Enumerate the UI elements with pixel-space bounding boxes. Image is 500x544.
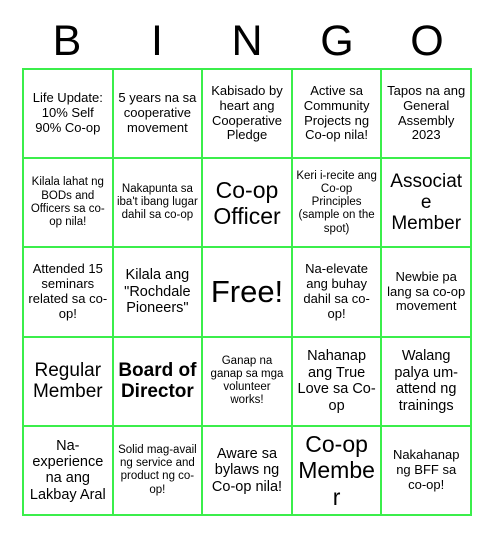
bingo-cell-text: Nahanap ang True Love sa Co-op	[297, 348, 376, 414]
bingo-cell[interactable]: Co-op Officer	[203, 159, 293, 249]
bingo-cell-text: Tapos na ang General Assembly 2023	[387, 82, 466, 143]
bingo-cell-text: Aware sa bylaws ng Co-op nila!	[211, 445, 283, 495]
bingo-grid: Life Update: 10% Self 90% Co-op 5 years n…	[22, 68, 472, 516]
bingo-header-letter-b: B	[52, 16, 82, 65]
bingo-cell-text: Board of Director	[118, 359, 197, 403]
bingo-cell[interactable]: Active sa Community Projects ng Co-op ni…	[292, 70, 383, 160]
bingo-header-letter-n: N	[231, 16, 263, 65]
bingo-cell-text: Ganap na ganap sa mga volunteer works!	[210, 354, 284, 407]
bingo-cell[interactable]: Nakapunta sa iba't ibang lugar dahil sa …	[113, 159, 204, 249]
bingo-cell[interactable]: Na-experience na ang Lakbay Aral	[24, 426, 114, 516]
bingo-cell-text: Solid mag-avail ng service and product n…	[118, 443, 197, 496]
bingo-header-row: BINGO	[22, 14, 472, 68]
bingo-cell[interactable]: Tapos na ang General Assembly 2023	[382, 70, 472, 160]
bingo-cell[interactable]: Solid mag-avail ng service and product n…	[113, 426, 204, 516]
bingo-card: B I N G O Life Update: 10% Self 90% Co-op 5 y…	[0, 0, 500, 544]
bingo-cell[interactable]: Kilala ang "Rochdale Pioneers"	[113, 248, 204, 338]
bingo-cell-text: Kilala lahat ng BODs and Officers sa co-…	[30, 176, 105, 228]
bingo-cell-text: Nakapunta sa iba't ibang lugar dahil sa …	[116, 182, 198, 222]
bingo-cell-text: Co-op Member	[298, 431, 375, 510]
bingo-cell[interactable]: Attended 15 seminars related sa co-op!	[24, 248, 114, 338]
bingo-cell[interactable]: Co-op Member	[292, 426, 383, 516]
bingo-cell[interactable]: Kilala lahat ng BODs and Officers sa co-…	[24, 159, 114, 249]
bingo-cell[interactable]: Ganap na ganap sa mga volunteer works!	[203, 337, 293, 427]
bingo-cell[interactable]: Regular Member	[24, 337, 114, 427]
bingo-cell-text: Regular Member	[32, 359, 103, 403]
bingo-header-letter-g: G	[320, 16, 354, 65]
bingo-cell[interactable]: Keri i-recite ang Co-op Principles (samp…	[292, 159, 383, 249]
bingo-header-letter-o: O	[410, 16, 444, 65]
bingo-cell-text: Nakahanap ng BFF sa co-op!	[392, 447, 460, 492]
bingo-cell[interactable]: Board of Director	[113, 337, 204, 427]
bingo-cell[interactable]: 5 years na sa cooperative movement	[113, 70, 204, 160]
bingo-cell-text: Walang palya um-attend ng trainings	[394, 348, 459, 414]
bingo-cell-text: Na-experience na ang Lakbay Aral	[29, 437, 106, 503]
bingo-cell[interactable]: Nahanap ang True Love sa Co-op	[292, 337, 383, 427]
bingo-cell[interactable]: Walang palya um-attend ng trainings	[382, 337, 472, 427]
bingo-free-space-cell[interactable]: Free!	[203, 248, 293, 338]
bingo-cell[interactable]: Na-elevate ang buhay dahil sa co-op!	[292, 248, 383, 338]
bingo-cell-text: Keri i-recite ang Co-op Principles (samp…	[296, 169, 377, 235]
bingo-header-letter-i: I	[151, 16, 163, 65]
bingo-cell[interactable]: Associate Member	[382, 159, 472, 249]
bingo-cell[interactable]: Nakahanap ng BFF sa co-op!	[382, 426, 472, 516]
bingo-cell[interactable]: Aware sa bylaws ng Co-op nila!	[203, 426, 293, 516]
bingo-cell-text: Free!	[210, 273, 284, 309]
bingo-cell-text: Associate Member	[390, 170, 463, 235]
bingo-cell-text: Active sa Community Projects ng Co-op ni…	[303, 82, 370, 143]
bingo-cell-text: Co-op Officer	[213, 176, 281, 229]
bingo-cell-text: Life Update: 10% Self 90% Co-op	[32, 90, 103, 135]
bingo-cell-text: Newbie pa lang sa co-op movement	[387, 268, 466, 314]
bingo-cell-text: Na-elevate ang buhay dahil sa co-op!	[303, 261, 370, 321]
bingo-cell-text: Kilala ang "Rochdale Pioneers"	[124, 267, 191, 317]
bingo-cell-text: Attended 15 seminars related sa co-op!	[28, 261, 108, 321]
bingo-cell[interactable]: Newbie pa lang sa co-op movement	[382, 248, 472, 338]
bingo-cell[interactable]: Life Update: 10% Self 90% Co-op	[24, 70, 114, 160]
bingo-cell-text: 5 years na sa cooperative movement	[118, 90, 197, 135]
bingo-cell-text: Kabisado by heart ang Cooperative Pledge	[211, 82, 283, 143]
bingo-cell[interactable]: Kabisado by heart ang Cooperative Pledge	[203, 70, 293, 160]
